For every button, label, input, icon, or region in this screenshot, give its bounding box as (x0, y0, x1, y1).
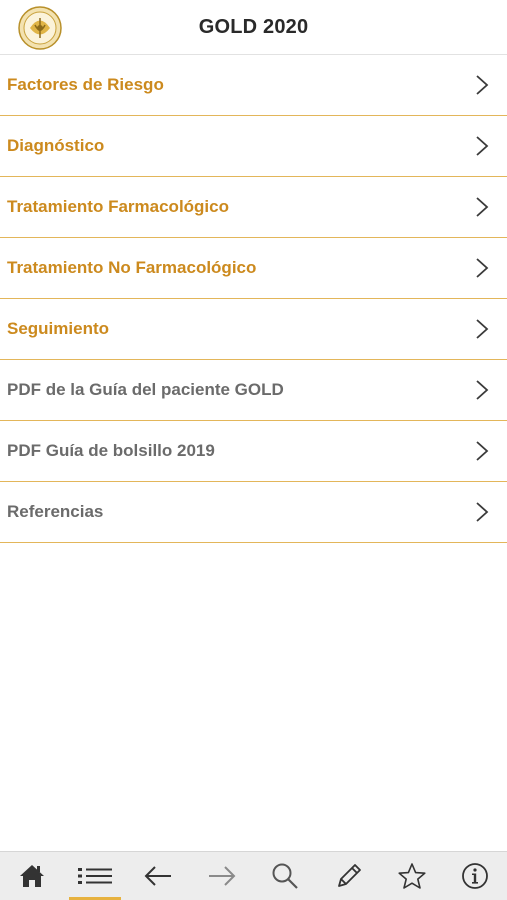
pencil-icon (337, 864, 361, 887)
chevron-right-icon (476, 136, 489, 156)
chevron-right-icon (476, 380, 489, 400)
menu-item-tratamiento-no-farmacologico[interactable]: Tratamiento No Farmacológico (0, 238, 507, 299)
page-title: GOLD 2020 (198, 16, 309, 38)
info-icon (462, 863, 489, 889)
chevron-right-icon (476, 502, 489, 522)
menu-item-pdf-guia-bolsillo[interactable]: PDF Guía de bolsillo 2019 (0, 421, 507, 482)
arrow-right-icon (208, 866, 236, 886)
app-screen: GOLD 2020 Factores de Riesgo Diagnóstico… (0, 0, 507, 900)
chevron-right-icon (476, 319, 489, 339)
search-button[interactable] (254, 852, 317, 900)
menu-item-label: Seguimiento (7, 319, 110, 338)
back-button[interactable] (127, 852, 190, 900)
menu-item-label: Diagnóstico (7, 136, 105, 155)
menu-item-label: Tratamiento No Farmacológico (7, 258, 257, 277)
star-icon (398, 863, 426, 889)
home-button[interactable] (0, 852, 63, 900)
search-icon (272, 863, 298, 889)
chevron-right-icon (476, 75, 489, 95)
menu-item-tratamiento-farmacologico[interactable]: Tratamiento Farmacológico (0, 177, 507, 238)
edit-button[interactable] (317, 852, 380, 900)
menu-item-label: Tratamiento Farmacológico (7, 197, 229, 216)
menu-item-label: Factores de Riesgo (7, 75, 164, 94)
chevron-right-icon (476, 441, 489, 461)
favorites-button[interactable] (380, 852, 443, 900)
menu-item-label: PDF de la Guía del paciente GOLD (7, 380, 284, 399)
menu-item-label: PDF Guía de bolsillo 2019 (7, 441, 215, 460)
menu-item-label: Referencias (7, 502, 104, 521)
menu-item-factores-de-riesgo[interactable]: Factores de Riesgo (0, 55, 507, 116)
chevron-right-icon (476, 197, 489, 217)
arrow-left-icon (145, 866, 172, 886)
app-header: GOLD 2020 (0, 0, 507, 55)
list-button[interactable] (63, 852, 126, 900)
menu-item-diagnostico[interactable]: Diagnóstico (0, 116, 507, 177)
list-icon (78, 868, 113, 884)
menu-list: Factores de Riesgo Diagnóstico Tratamien… (0, 55, 507, 543)
chevron-right-icon (476, 258, 489, 278)
home-icon (19, 865, 44, 887)
forward-button[interactable] (190, 852, 253, 900)
menu-item-pdf-guia-paciente[interactable]: PDF de la Guía del paciente GOLD (0, 360, 507, 421)
info-button[interactable] (444, 852, 507, 900)
bottom-toolbar (0, 851, 507, 900)
menu-item-referencias[interactable]: Referencias (0, 482, 507, 543)
menu-item-seguimiento[interactable]: Seguimiento (0, 299, 507, 360)
